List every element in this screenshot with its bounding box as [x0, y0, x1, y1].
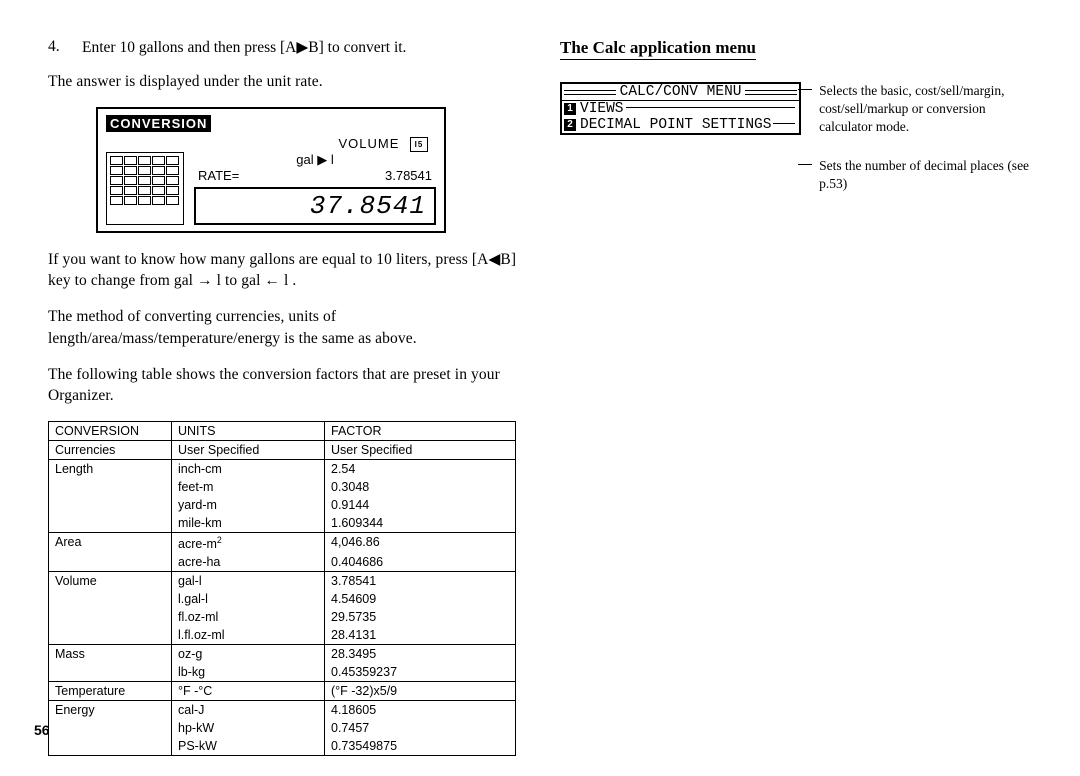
lcd-mode-icon: I5	[410, 137, 428, 152]
table-row: feet-m0.3048	[49, 478, 516, 496]
menu-item-decimal: 2 DECIMAL POINT SETTINGS	[562, 117, 799, 133]
table-row: lb-kg0.45359237	[49, 663, 516, 682]
page-number: 56	[34, 722, 50, 738]
callout-views: Selects the basic, cost/sell/margin, cos…	[813, 82, 1030, 137]
table-row: fl.oz-ml29.5735	[49, 608, 516, 626]
table-row: Temperature°F -°C(°F -32)x5/9	[49, 682, 516, 701]
step-number: 4.	[48, 38, 82, 57]
section-heading: The Calc application menu	[560, 38, 756, 60]
table-row: l.gal-l4.54609	[49, 590, 516, 608]
menu-item-views: 1 VIEWS	[562, 101, 799, 117]
lcd-unit-pair: gal ▶ l	[296, 152, 333, 168]
table-row: Volumegal-l3.78541	[49, 572, 516, 591]
paragraph-method: The method of converting currencies, uni…	[48, 306, 518, 349]
lcd-title: CONVERSION	[106, 115, 211, 132]
calc-menu-box: CALC/CONV MENU 1 VIEWS 2 DECIMAL POINT S…	[560, 82, 801, 135]
table-row: hp-kW0.7457	[49, 719, 516, 737]
table-row: Massoz-g28.3495	[49, 645, 516, 664]
table-row: Areaacre-m24,046.86	[49, 532, 516, 553]
menu-callouts: Selects the basic, cost/sell/margin, cos…	[813, 82, 1030, 213]
left-column: 4. Enter 10 gallons and then press [A▶B]…	[48, 38, 518, 756]
table-row: mile-km1.609344	[49, 514, 516, 533]
answer-line: The answer is displayed under the unit r…	[48, 71, 518, 93]
lcd-rate-value: 3.78541	[385, 168, 432, 183]
right-column: The Calc application menu CALC/CONV MENU…	[560, 38, 1030, 756]
table-row: PS-kW0.73549875	[49, 737, 516, 756]
table-row: acre-ha0.404686	[49, 553, 516, 572]
table-row: Energycal-J4.18605	[49, 701, 516, 720]
callout-decimal: Sets the number of decimal places (see p…	[813, 157, 1030, 193]
step-4: 4. Enter 10 gallons and then press [A▶B]…	[48, 38, 518, 57]
paragraph-reverse: If you want to know how many gallons are…	[48, 249, 518, 292]
menu-title-row: CALC/CONV MENU	[562, 84, 799, 101]
table-row: l.fl.oz-ml28.4131	[49, 626, 516, 645]
conversion-factors-table: CONVERSIONUNITSFACTORCurrenciesUser Spec…	[48, 421, 516, 756]
lcd-result: 37.8541	[194, 187, 436, 225]
table-row: Lengthinch-cm2.54	[49, 459, 516, 478]
table-row: yard-m0.9144	[49, 496, 516, 514]
lcd-screenshot: CONVERSION VOLUME I5 gal ▶ l RATE= 3	[96, 107, 446, 233]
calculator-keypad-icon	[106, 152, 184, 225]
lcd-volume-label: VOLUME	[338, 136, 399, 151]
table-row: CurrenciesUser SpecifiedUser Specified	[49, 440, 516, 459]
paragraph-table-intro: The following table shows the conversion…	[48, 364, 518, 407]
lcd-rate-label: RATE=	[198, 168, 239, 183]
menu-diagram: CALC/CONV MENU 1 VIEWS 2 DECIMAL POINT S…	[560, 82, 1030, 213]
step-text: Enter 10 gallons and then press [A▶B] to…	[82, 38, 518, 57]
